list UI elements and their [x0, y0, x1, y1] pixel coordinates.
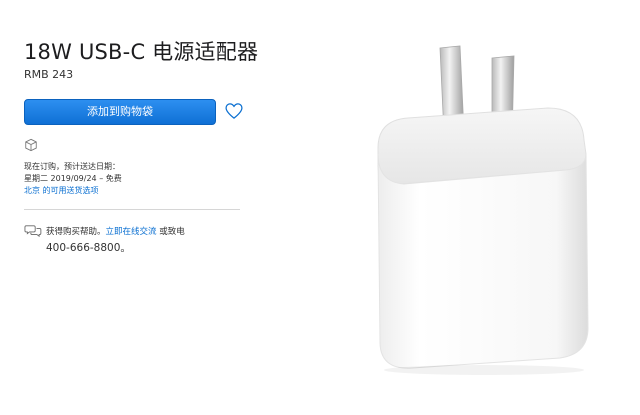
help-prefix: 获得购买帮助。 [46, 227, 106, 237]
delivery-options-link[interactable]: 北京 的可用送货选项 [24, 185, 99, 196]
add-to-bag-button[interactable]: 添加到购物袋 [24, 99, 216, 125]
product-title: 18W USB-C 电源适配器 [24, 40, 259, 64]
divider [24, 209, 240, 210]
box-icon [25, 138, 37, 152]
power-adapter-image [377, 45, 589, 375]
delivery-date: 星期二 2019/09/24 – 免费 [24, 174, 122, 183]
chat-bubbles-icon [24, 225, 42, 238]
heart-icon[interactable] [224, 101, 244, 121]
phone-number: 400-666-8800。 [46, 242, 131, 254]
help-text: 获得购买帮助。立即在线交流 或致电 [46, 225, 185, 237]
chat-now-link[interactable]: 立即在线交流 [106, 227, 157, 237]
product-price: RMB 243 [24, 68, 74, 81]
delivery-estimate-label: 现在订购，预计送达日期： [24, 162, 120, 171]
help-suffix: 或致电 [156, 227, 185, 237]
